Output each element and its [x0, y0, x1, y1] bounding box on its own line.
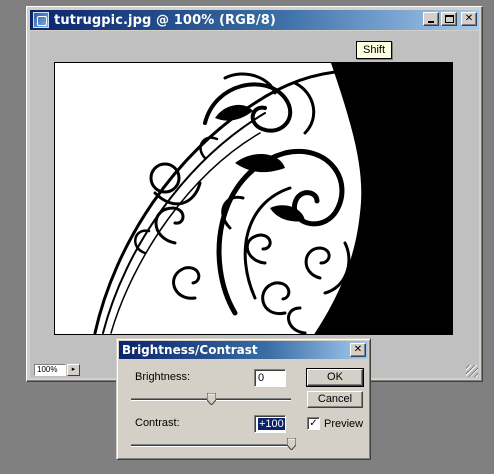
brightness-slider-thumb[interactable] [206, 393, 216, 405]
maximize-icon [444, 15, 454, 23]
contrast-value: +100 [258, 418, 285, 430]
contrast-slider-thumb[interactable] [286, 438, 296, 450]
brightness-input[interactable]: 0 [254, 369, 286, 387]
document-titlebar[interactable]: tutrugpic.jpg @ 100% (RGB/8) ✕ [30, 10, 479, 30]
close-icon: ✕ [353, 344, 363, 355]
ok-button[interactable]: OK [306, 368, 364, 387]
dialog-close-button[interactable]: ✕ [350, 343, 366, 357]
document-canvas-area[interactable]: Shift 100% ▸ [30, 31, 479, 378]
close-icon: ✕ [464, 13, 474, 24]
preview-label: Preview [324, 418, 364, 430]
brightness-contrast-dialog: Brightness/Contrast ✕ Brightness: 0 Cont… [116, 338, 371, 460]
document-window: tutrugpic.jpg @ 100% (RGB/8) ✕ Shift 100… [26, 6, 483, 382]
minimize-icon [428, 21, 434, 23]
contrast-label: Contrast: [135, 417, 180, 429]
dialog-title: Brightness/Contrast [122, 343, 258, 357]
black-region [314, 63, 452, 334]
preview-checkbox[interactable]: ✓ [307, 417, 320, 430]
caption-buttons: ✕ [423, 12, 477, 26]
brightness-label: Brightness: [135, 371, 191, 383]
document-title: tutrugpic.jpg @ 100% (RGB/8) [54, 12, 276, 28]
resize-grip[interactable] [466, 365, 478, 377]
photoshop-document-icon [33, 12, 49, 28]
maximize-button[interactable] [441, 12, 457, 26]
zoom-level-field[interactable]: 100% [34, 364, 66, 376]
close-button[interactable]: ✕ [461, 12, 477, 26]
brightness-value: 0 [258, 372, 265, 384]
cancel-button[interactable]: Cancel [307, 391, 363, 408]
contrast-slider-track[interactable] [131, 444, 291, 447]
minimize-button[interactable] [423, 12, 439, 26]
checkmark-icon: ✓ [309, 418, 318, 429]
dialog-titlebar[interactable]: Brightness/Contrast ✕ [119, 341, 368, 359]
image-canvas[interactable] [54, 62, 453, 335]
status-menu-arrow-button[interactable]: ▸ [67, 364, 80, 376]
shift-tooltip: Shift [356, 41, 393, 59]
contrast-input[interactable]: +100 [254, 415, 286, 433]
swirl-artwork [93, 63, 452, 334]
